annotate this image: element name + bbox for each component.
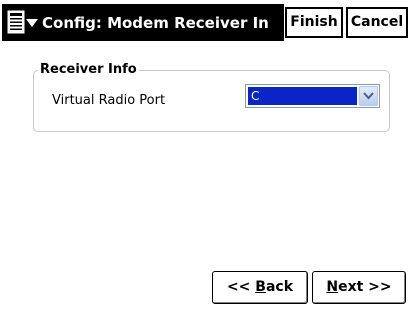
chevron-down-icon <box>363 92 374 100</box>
dropdown-selected-value: C <box>248 87 357 105</box>
next-button[interactable]: Next >> <box>312 271 406 304</box>
back-button-rest: ack <box>265 279 294 295</box>
groupbox-title: Receiver Info <box>38 61 139 79</box>
start-menu-button[interactable] <box>4 8 38 37</box>
cancel-button[interactable]: Cancel <box>346 7 408 38</box>
config-window: Config: Modem Receiver In Finish Cancel … <box>0 0 410 311</box>
virtual-radio-port-dropdown[interactable]: C <box>245 84 380 108</box>
next-button-rest: ext >> <box>338 279 392 295</box>
menu-icon <box>7 10 25 34</box>
back-button-prefix: << <box>226 279 256 295</box>
window-title: Config: Modem Receiver In <box>42 14 269 32</box>
finish-button[interactable]: Finish <box>285 7 343 38</box>
back-button[interactable]: << Back <box>212 271 308 304</box>
title-bar: Config: Modem Receiver In Finish Cancel <box>0 0 410 45</box>
next-button-mnemonic: N <box>326 279 339 295</box>
back-button-mnemonic: B <box>255 279 266 295</box>
virtual-radio-port-label: Virtual Radio Port <box>52 93 166 108</box>
dropdown-arrow-button[interactable] <box>359 86 378 106</box>
chevron-down-icon <box>26 19 38 27</box>
